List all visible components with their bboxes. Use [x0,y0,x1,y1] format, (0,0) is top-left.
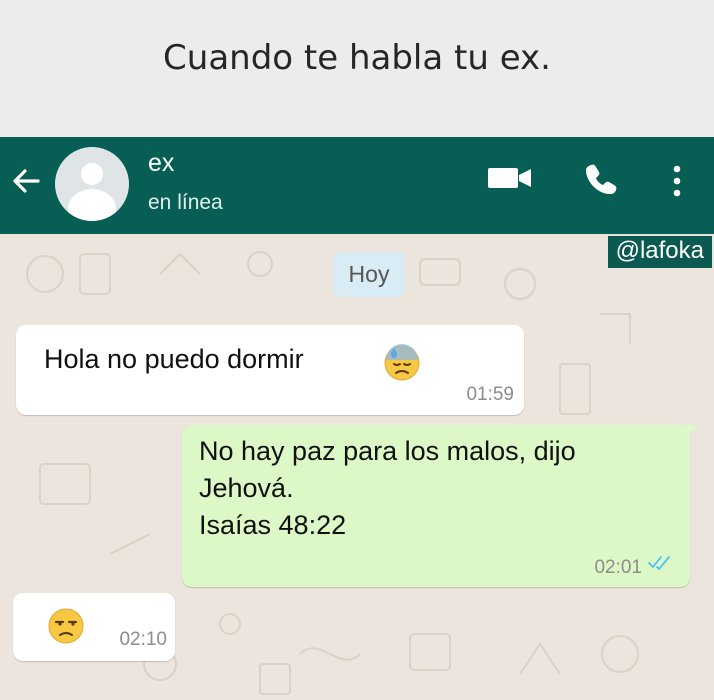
video-call-icon[interactable] [485,163,537,193]
contact-status: en línea [148,191,223,214]
contact-avatar[interactable] [55,147,129,221]
message-line: No hay paz para los malos, dijo [199,436,576,466]
date-divider: Hoy [333,252,405,297]
incoming-message-bubble[interactable]: Hola no puedo dormir 01:59 [16,325,524,415]
watermark: @lafoka [607,236,712,268]
message-line: Jehová. [199,472,294,503]
unamused-face-icon [47,607,85,650]
outgoing-message-bubble[interactable]: No hay paz para los malos, dijo Jehová. … [182,425,690,587]
message-text: No hay paz para los malos, dijo Jehová. … [199,433,679,544]
bubble-tail [684,425,698,439]
back-arrow-icon[interactable] [8,163,44,199]
sad-sweat-face-icon [383,344,421,387]
contact-name[interactable]: ex [148,149,174,178]
message-text: Hola no puedo dormir [44,344,304,374]
meme-caption: Cuando te habla tu ex. [163,38,551,78]
message-time: 02:10 [119,629,167,650]
incoming-message-bubble[interactable]: 02:10 [13,593,175,661]
message-line: Isaías 48:22 [199,509,347,540]
meme-caption-area: Cuando te habla tu ex. [0,0,714,137]
chat-header: ex en línea [0,137,714,234]
message-time: 01:59 [466,384,514,405]
message-time: 02:01 [594,557,642,578]
double-check-icon [648,556,672,575]
more-options-icon[interactable] [668,161,686,201]
phone-icon[interactable] [583,161,619,197]
